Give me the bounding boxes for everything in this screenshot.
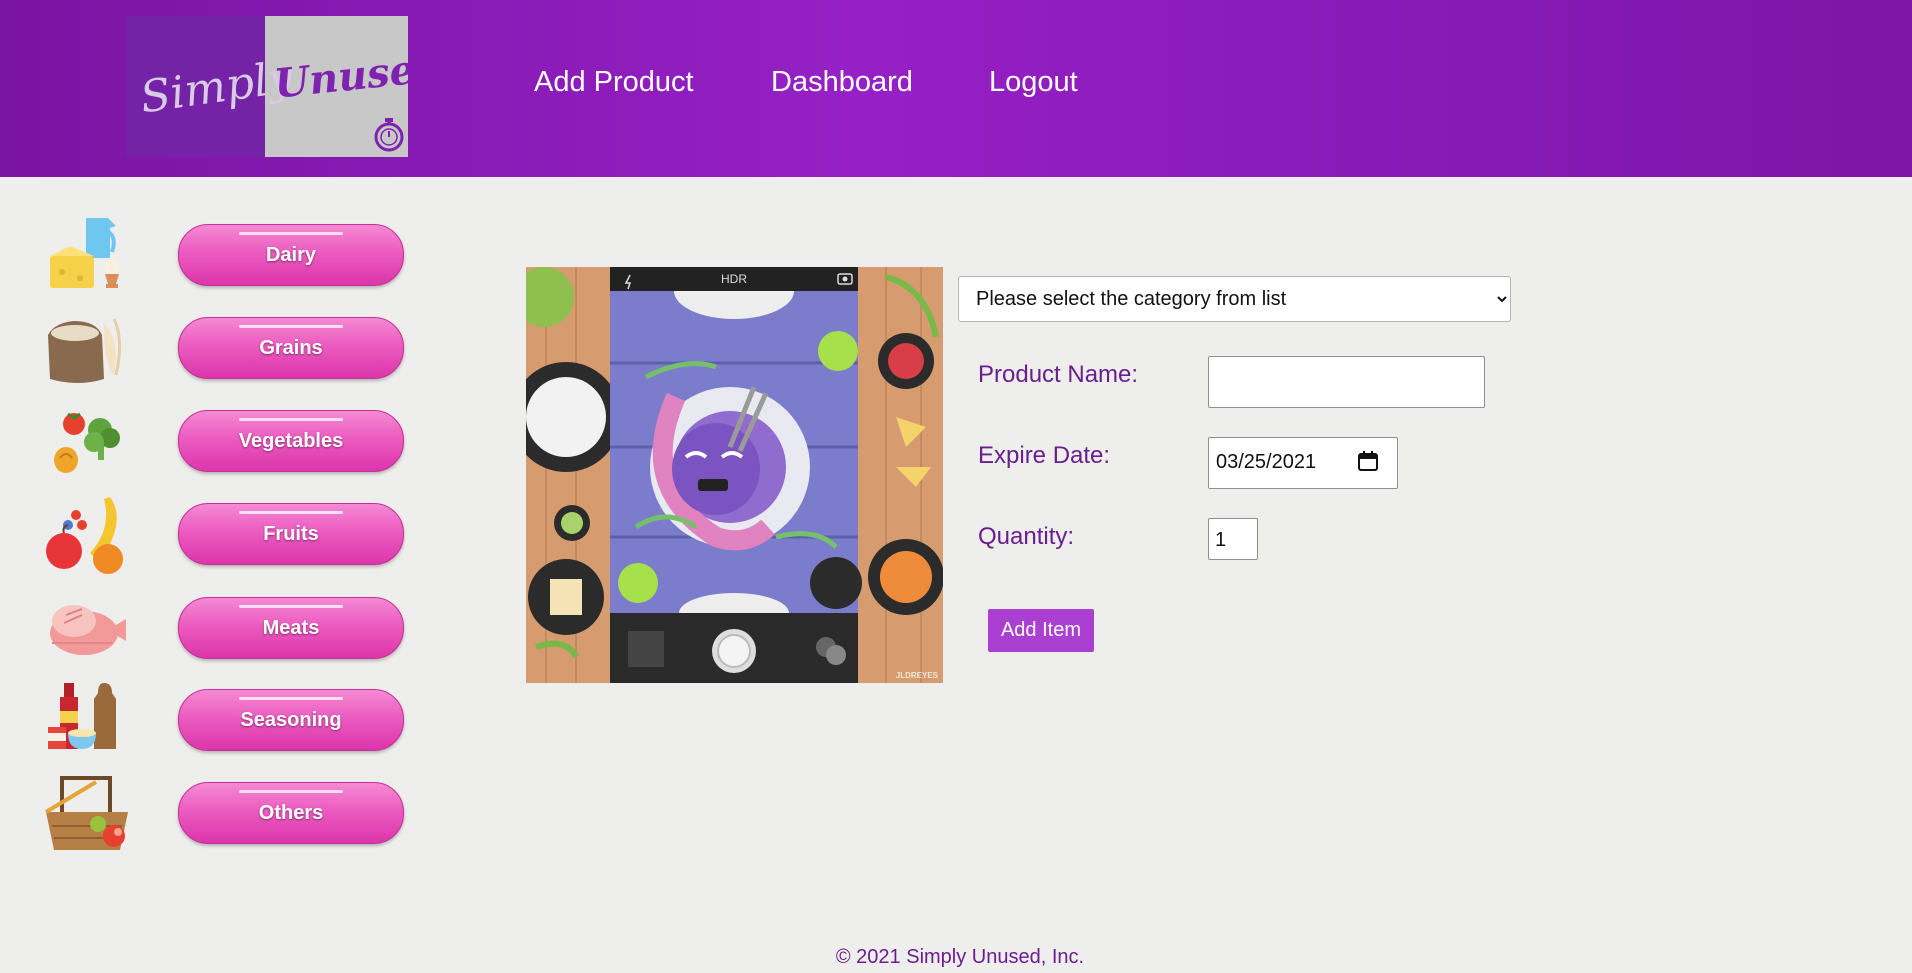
category-button-others[interactable]: Others [178,782,404,844]
category-row-dairy: Dairy [0,216,420,296]
quantity-value: 1 [1215,529,1227,551]
category-row-seasoning: Seasoning [0,681,420,761]
grain-sack-icon [48,318,121,383]
category-row-others: Others [0,774,420,854]
category-row-vegetables: Vegetables [0,402,420,482]
category-button-grains[interactable]: Grains [178,317,404,379]
fruits-icon [46,497,123,574]
nav-dashboard[interactable]: Dashboard [771,66,913,99]
category-button-dairy[interactable]: Dairy [178,224,404,286]
product-name-label: Product Name: [978,361,1139,388]
product-name-input[interactable] [1208,356,1485,408]
hdr-label: HDR [721,272,747,286]
nav-logout[interactable]: Logout [989,66,1078,99]
image-watermark: JLDREYES [896,671,939,680]
site-header: Simply Unused Add Product Dashboard Logo… [0,0,1912,177]
quantity-input[interactable]: 1 [1208,518,1258,560]
category-button-seasoning[interactable]: Seasoning [178,689,404,751]
category-row-meats: Meats [0,589,420,669]
vegetables-icon [54,412,120,473]
category-button-meats[interactable]: Meats [178,597,404,659]
basket-icon [44,776,128,850]
category-button-vegetables[interactable]: Vegetables [178,410,404,472]
dairy-icon [50,218,119,288]
category-button-fruits[interactable]: Fruits [178,503,404,565]
stopwatch-icon [374,118,404,152]
footer-copyright: © 2021 Simply Unused, Inc. [835,946,1085,968]
condiments-icon [48,683,116,749]
expire-date-value: 03/25/2021 [1216,451,1317,473]
calendar-icon[interactable] [1357,450,1379,472]
quantity-label: Quantity: [978,523,1075,550]
add-item-button[interactable]: Add Item [988,609,1094,652]
category-row-grains: Grains [0,309,420,389]
expire-date-input[interactable]: 03/25/2021 [1208,437,1398,489]
expire-date-label: Expire Date: [978,442,1111,469]
category-select[interactable]: Please select the category from list [958,276,1511,322]
nav-add-product[interactable]: Add Product [534,66,694,99]
food-camera-illustration: HDR JLDREYES [526,267,943,683]
category-row-fruits: Fruits [0,495,420,575]
ham-icon [50,605,126,655]
logo[interactable]: Simply Unused [126,16,408,157]
